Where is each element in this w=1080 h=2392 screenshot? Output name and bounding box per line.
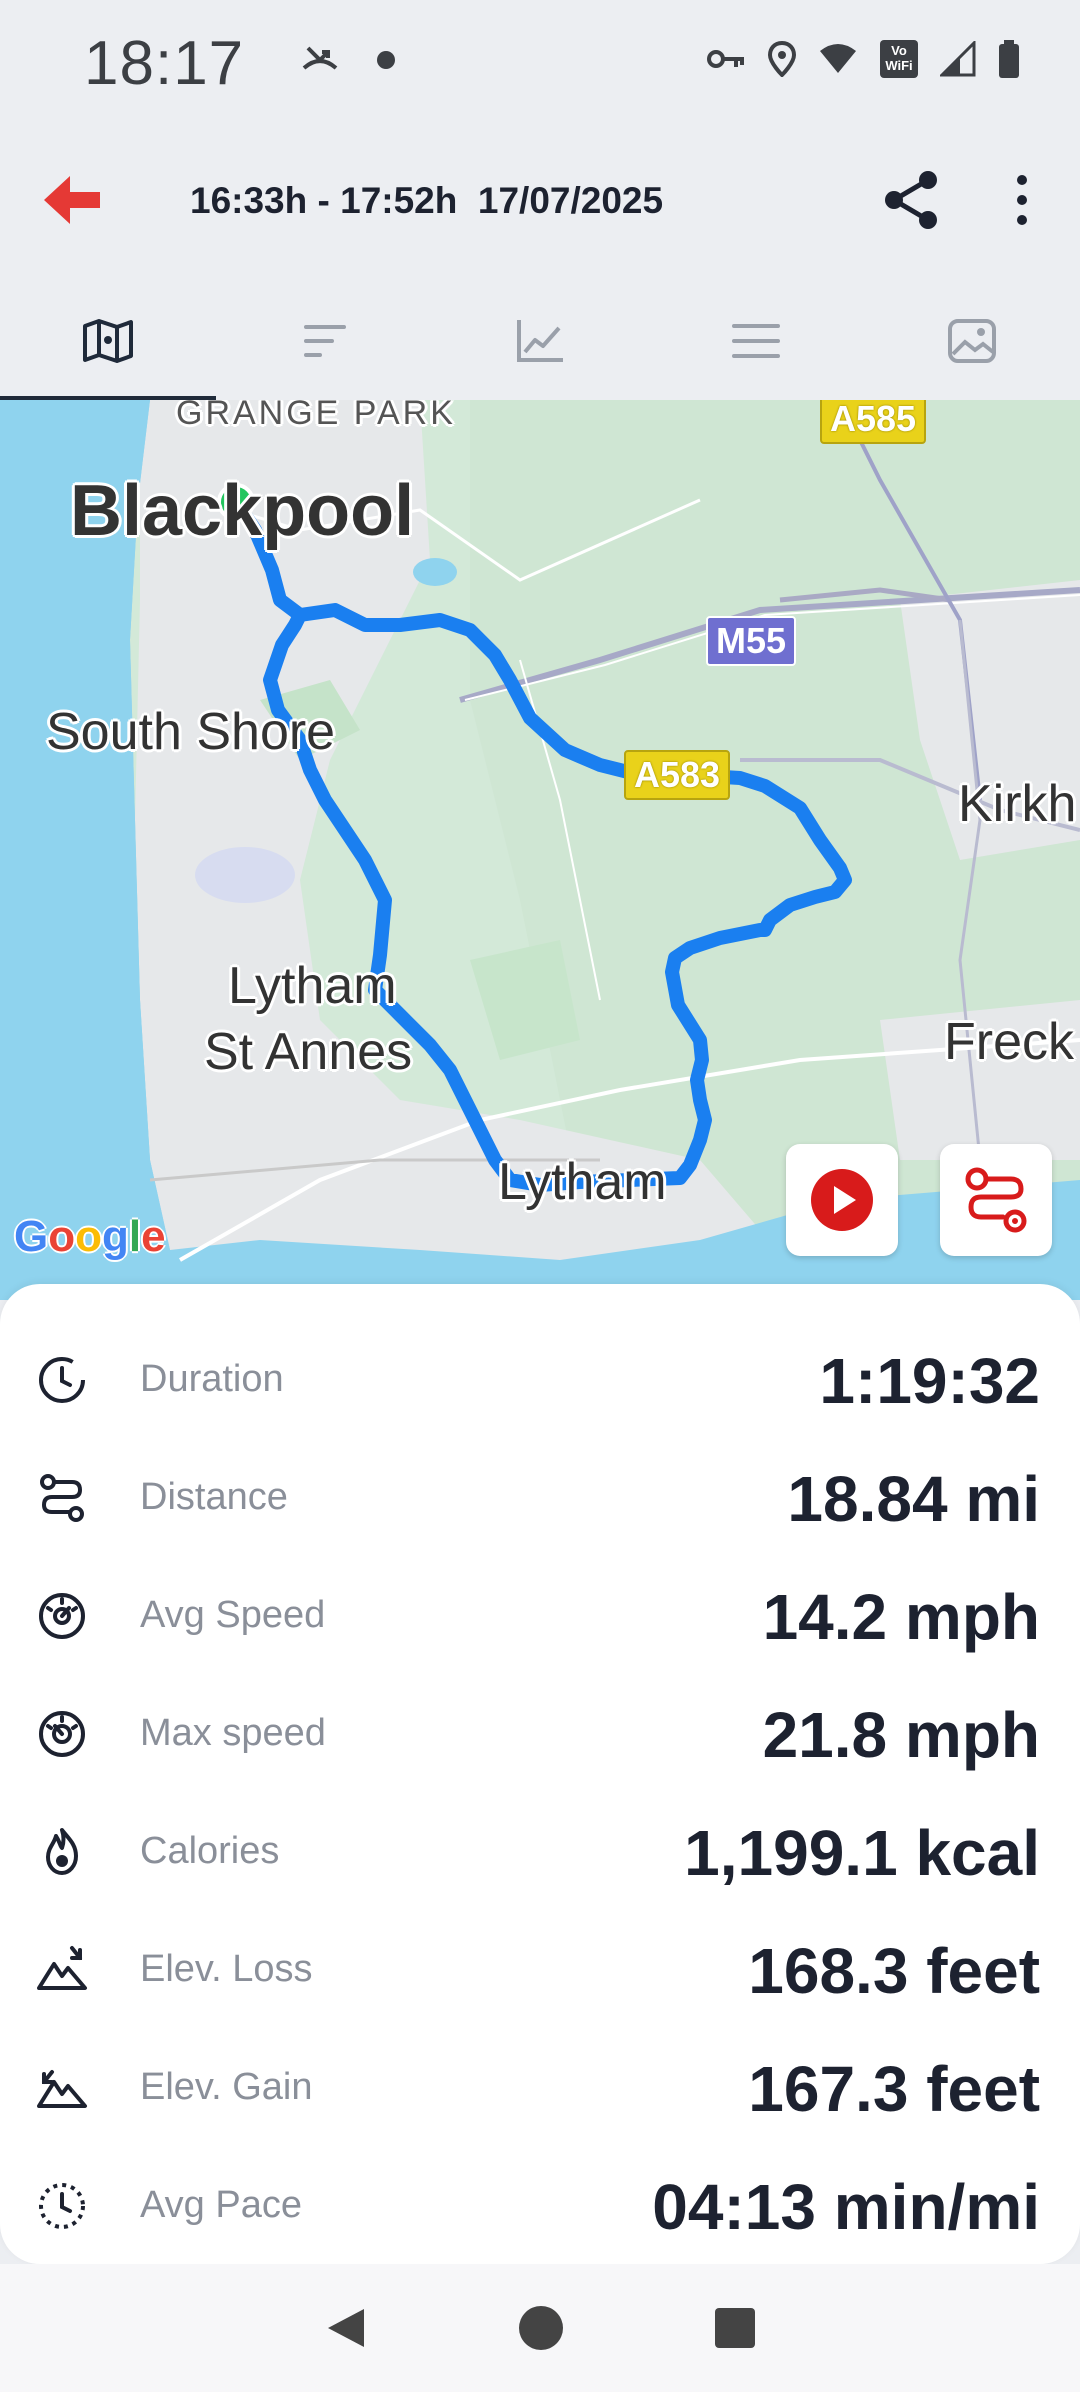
route-map[interactable]: GRANGE PARK Blackpool South Shore Lytham… xyxy=(0,400,1080,1300)
route-icon xyxy=(40,1474,84,1522)
tab-laps[interactable] xyxy=(216,282,432,400)
map-label-lytham-st-annes-2: St Annes xyxy=(204,1023,413,1081)
google-letter: l xyxy=(128,1212,142,1261)
page-title: 16:33h - 17:52h 17/07/2025 xyxy=(190,180,664,221)
status-bar: 18:17 Vo WiFi xyxy=(0,0,1080,130)
wifi-icon xyxy=(820,44,856,73)
tab-map[interactable] xyxy=(0,282,216,402)
dot-icon xyxy=(377,51,395,69)
stat-row-distance: Distance 18.84 mi xyxy=(0,1438,1080,1556)
tab-photos[interactable] xyxy=(864,282,1080,400)
photo-icon xyxy=(948,319,996,363)
stat-value: 18.84 mi xyxy=(787,1463,1040,1535)
list-icon xyxy=(732,324,780,358)
stat-label: Calories xyxy=(140,1830,280,1872)
google-letter: e xyxy=(141,1212,166,1261)
signal-icon xyxy=(940,41,976,77)
more-vert-icon xyxy=(1017,175,1027,225)
nav-back-icon[interactable] xyxy=(324,2305,368,2351)
map-label-kirkham: Kirkh xyxy=(958,775,1077,833)
vpn-key-icon xyxy=(707,50,744,68)
stat-row-avg-speed: Avg Speed 14.2 mph xyxy=(0,1556,1080,1674)
map-icon xyxy=(83,319,133,363)
vowifi-text: Vo WiFi xyxy=(885,43,913,73)
nav-recents-icon[interactable] xyxy=(714,2307,756,2349)
status-time: 18:17 xyxy=(84,29,245,98)
pace-icon xyxy=(39,2183,85,2229)
app-bar: 16:33h - 17:52h 17/07/2025 xyxy=(0,150,1080,250)
status-right-icons: Vo WiFi xyxy=(706,40,1020,78)
play-icon xyxy=(811,1169,873,1231)
stat-label: Max speed xyxy=(140,1712,326,1754)
google-logo: Google xyxy=(14,1212,166,1262)
status-left-icons xyxy=(300,44,396,76)
route-options-button[interactable] xyxy=(940,1144,1052,1256)
stat-value: 04:13 min/mi xyxy=(652,2171,1040,2243)
map-label-freckleton: Freck xyxy=(944,1013,1074,1071)
battery-icon xyxy=(999,40,1019,78)
share-button[interactable] xyxy=(880,168,944,232)
elevation-gain-icon xyxy=(37,2070,87,2108)
stat-value: 167.3 feet xyxy=(748,2053,1040,2125)
chart-icon xyxy=(517,320,563,362)
road-shield-a583: A583 xyxy=(624,750,731,800)
stat-value: 1:19:32 xyxy=(819,1345,1040,1417)
tab-chart[interactable] xyxy=(432,282,648,400)
stat-row-max-speed: Max speed 21.8 mph xyxy=(0,1674,1080,1792)
clock-icon xyxy=(39,1357,85,1403)
stat-row-elev-loss: Elev. Loss 168.3 feet xyxy=(0,1910,1080,2028)
share-icon xyxy=(885,171,937,229)
stat-label: Distance xyxy=(140,1476,288,1518)
tab-list[interactable] xyxy=(648,282,864,400)
map-label-grange-park: GRANGE PARK xyxy=(176,400,456,432)
stat-row-avg-pace: Avg Pace 04:13 min/mi xyxy=(0,2146,1080,2264)
max-speed-icon xyxy=(39,1711,85,1757)
elevation-loss-icon xyxy=(37,1946,87,1990)
road-shield-a585: A585 xyxy=(820,400,927,444)
flame-icon xyxy=(46,1828,78,1875)
vowifi-icon: Vo WiFi xyxy=(880,40,918,78)
stat-value: 14.2 mph xyxy=(762,1581,1040,1653)
road-shield-m55: M55 xyxy=(706,616,797,666)
stat-row-duration: Duration 1:19:32 xyxy=(0,1320,1080,1438)
google-letter: G xyxy=(14,1212,49,1261)
stats-card: Duration 1:19:32 Distance 18.84 mi Avg S… xyxy=(0,1284,1080,2264)
nav-home-icon[interactable] xyxy=(518,2305,564,2351)
stat-value: 168.3 feet xyxy=(748,1935,1040,2007)
stat-value: 1,199.1 kcal xyxy=(684,1817,1040,1889)
laps-icon xyxy=(304,325,346,357)
google-letter: o xyxy=(48,1212,76,1261)
tab-bar xyxy=(0,282,1080,402)
speedometer-icon xyxy=(39,1593,85,1639)
stat-label: Avg Speed xyxy=(140,1594,326,1636)
location-icon xyxy=(768,41,796,77)
stat-row-elev-gain: Elev. Gain 167.3 feet xyxy=(0,2028,1080,2146)
map-label-lytham-st-annes-1: Lytham xyxy=(228,957,397,1015)
back-arrow-icon xyxy=(44,176,100,224)
play-route-button[interactable] xyxy=(786,1144,898,1256)
google-letter: o xyxy=(75,1212,103,1261)
map-label-lytham: Lytham xyxy=(498,1153,667,1211)
back-button[interactable] xyxy=(40,168,110,232)
stat-row-calories: Calories 1,199.1 kcal xyxy=(0,1792,1080,1910)
route-icon xyxy=(965,1167,1027,1233)
map-label-blackpool: Blackpool xyxy=(70,471,415,551)
map-label-south-shore: South Shore xyxy=(46,703,336,761)
stat-label: Avg Pace xyxy=(140,2184,302,2226)
missed-call-icon xyxy=(302,46,338,70)
system-nav-bar xyxy=(0,2264,1080,2392)
stat-label: Elev. Loss xyxy=(140,1948,313,1990)
stat-value: 21.8 mph xyxy=(762,1699,1040,1771)
stat-label: Duration xyxy=(140,1358,284,1400)
google-letter: g xyxy=(102,1212,129,1261)
more-options-button[interactable] xyxy=(1004,168,1040,232)
stat-label: Elev. Gain xyxy=(140,2066,313,2108)
